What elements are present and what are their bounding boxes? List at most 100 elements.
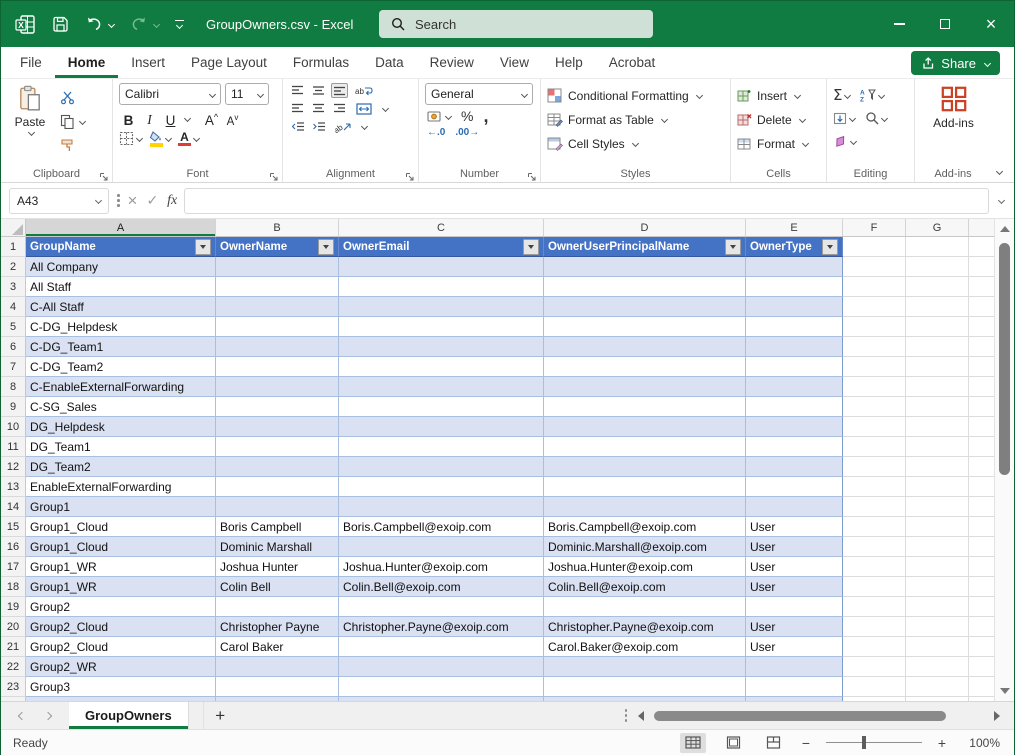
cell-B11[interactable] [216, 437, 339, 457]
expand-formula-bar-chevron-icon[interactable] [998, 197, 1005, 204]
orientation-chevron-icon[interactable] [361, 123, 368, 130]
cell-F10[interactable] [843, 417, 906, 437]
cell-F5[interactable] [843, 317, 906, 337]
cell-E4[interactable] [746, 297, 843, 317]
row-header-7[interactable]: 7 [1, 357, 26, 377]
cell-G9[interactable] [906, 397, 969, 417]
cell-E19[interactable] [746, 597, 843, 617]
align-bottom-button[interactable] [331, 83, 348, 98]
cell-A12[interactable]: DG_Team2 [26, 457, 216, 477]
fill-color-button[interactable] [149, 131, 163, 147]
cell-A4[interactable]: C-All Staff [26, 297, 216, 317]
cell-C2[interactable] [339, 257, 544, 277]
cell-G20[interactable] [906, 617, 969, 637]
format-cells-button[interactable]: Format [737, 133, 808, 154]
row-header-12[interactable]: 12 [1, 457, 26, 477]
cell-C11[interactable] [339, 437, 544, 457]
column-header-B[interactable]: B [216, 219, 339, 236]
column-header-C[interactable]: C [339, 219, 544, 236]
close-button[interactable]: × [968, 1, 1014, 47]
cell-F1[interactable] [843, 237, 906, 257]
conditional-formatting-button[interactable]: Conditional Formatting [547, 85, 702, 106]
cell-F6[interactable] [843, 337, 906, 357]
cell-B17[interactable]: Joshua Hunter [216, 557, 339, 577]
undo-button[interactable] [85, 16, 114, 32]
cell-C22[interactable] [339, 657, 544, 677]
horizontal-scrollbar[interactable] [654, 710, 984, 722]
cell-E8[interactable] [746, 377, 843, 397]
font-color-button[interactable]: A [178, 132, 191, 147]
fill-button[interactable] [833, 108, 855, 128]
cell-A15[interactable]: Group1_Cloud [26, 517, 216, 537]
cell-F19[interactable] [843, 597, 906, 617]
cell-F4[interactable] [843, 297, 906, 317]
cell-F13[interactable] [843, 477, 906, 497]
row-header-17[interactable]: 17 [1, 557, 26, 577]
cell-D7[interactable] [544, 357, 746, 377]
redo-button[interactable] [130, 16, 159, 32]
cell-B14[interactable] [216, 497, 339, 517]
scroll-right-arrow-icon[interactable] [994, 711, 1000, 721]
cell-G18[interactable] [906, 577, 969, 597]
cell-D23[interactable] [544, 677, 746, 697]
sheet-tab-groupowners[interactable]: GroupOwners [69, 702, 189, 729]
cell-D20[interactable]: Christopher.Payne@exoip.com [544, 617, 746, 637]
row-header-2[interactable]: 2 [1, 257, 26, 277]
cell-B4[interactable] [216, 297, 339, 317]
fill-color-chevron-icon[interactable] [165, 135, 172, 142]
scroll-up-arrow-icon[interactable] [1000, 226, 1010, 232]
cell-B9[interactable] [216, 397, 339, 417]
cell-E18[interactable]: User [746, 577, 843, 597]
row-header-8[interactable]: 8 [1, 377, 26, 397]
cell-C16[interactable] [339, 537, 544, 557]
cell-E15[interactable]: User [746, 517, 843, 537]
row-header-4[interactable]: 4 [1, 297, 26, 317]
zoom-in-button[interactable]: + [936, 735, 948, 751]
cell-D21[interactable]: Carol.Baker@exoip.com [544, 637, 746, 657]
cell-E2[interactable] [746, 257, 843, 277]
cell-E13[interactable] [746, 477, 843, 497]
maximize-button[interactable] [922, 1, 968, 47]
cell-E9[interactable] [746, 397, 843, 417]
cell-B20[interactable]: Christopher Payne [216, 617, 339, 637]
cell-B16[interactable]: Dominic Marshall [216, 537, 339, 557]
tab-file[interactable]: File [7, 47, 55, 78]
cell-D5[interactable] [544, 317, 746, 337]
cell-B22[interactable] [216, 657, 339, 677]
cell-F16[interactable] [843, 537, 906, 557]
cell-B3[interactable] [216, 277, 339, 297]
row-header-9[interactable]: 9 [1, 397, 26, 417]
cell-D4[interactable] [544, 297, 746, 317]
cell-A2[interactable]: All Company [26, 257, 216, 277]
cell-F21[interactable] [843, 637, 906, 657]
align-middle-button[interactable] [310, 83, 327, 98]
increase-decimal-button[interactable]: ←.0 [427, 127, 445, 138]
cell-F3[interactable] [843, 277, 906, 297]
filter-button-B[interactable] [318, 239, 334, 255]
cell-C23[interactable] [339, 677, 544, 697]
zoom-slider-handle[interactable] [862, 736, 866, 749]
cell-F12[interactable] [843, 457, 906, 477]
cell-A16[interactable]: Group1_Cloud [26, 537, 216, 557]
cell-A7[interactable]: C-DG_Team2 [26, 357, 216, 377]
cell-D12[interactable] [544, 457, 746, 477]
excel-app-icon[interactable]: X [15, 14, 36, 35]
comma-style-button[interactable]: , [483, 111, 488, 121]
cell-D22[interactable] [544, 657, 746, 677]
minimize-button[interactable] [876, 1, 922, 47]
scroll-left-arrow-icon[interactable] [638, 711, 644, 721]
cell-E3[interactable] [746, 277, 843, 297]
format-painter-button[interactable] [58, 135, 87, 156]
cell-C21[interactable] [339, 637, 544, 657]
row-header-6[interactable]: 6 [1, 337, 26, 357]
cell-C7[interactable] [339, 357, 544, 377]
filter-button-E[interactable] [822, 239, 838, 255]
row-header-3[interactable]: 3 [1, 277, 26, 297]
font-color-chevron-icon[interactable] [193, 135, 200, 142]
font-family-select[interactable]: Calibri [119, 83, 221, 105]
cell-D15[interactable]: Boris.Campbell@exoip.com [544, 517, 746, 537]
cell-D17[interactable]: Joshua.Hunter@exoip.com [544, 557, 746, 577]
row-header-20[interactable]: 20 [1, 617, 26, 637]
cell-A13[interactable]: EnableExternalForwarding [26, 477, 216, 497]
cell-A3[interactable]: All Staff [26, 277, 216, 297]
